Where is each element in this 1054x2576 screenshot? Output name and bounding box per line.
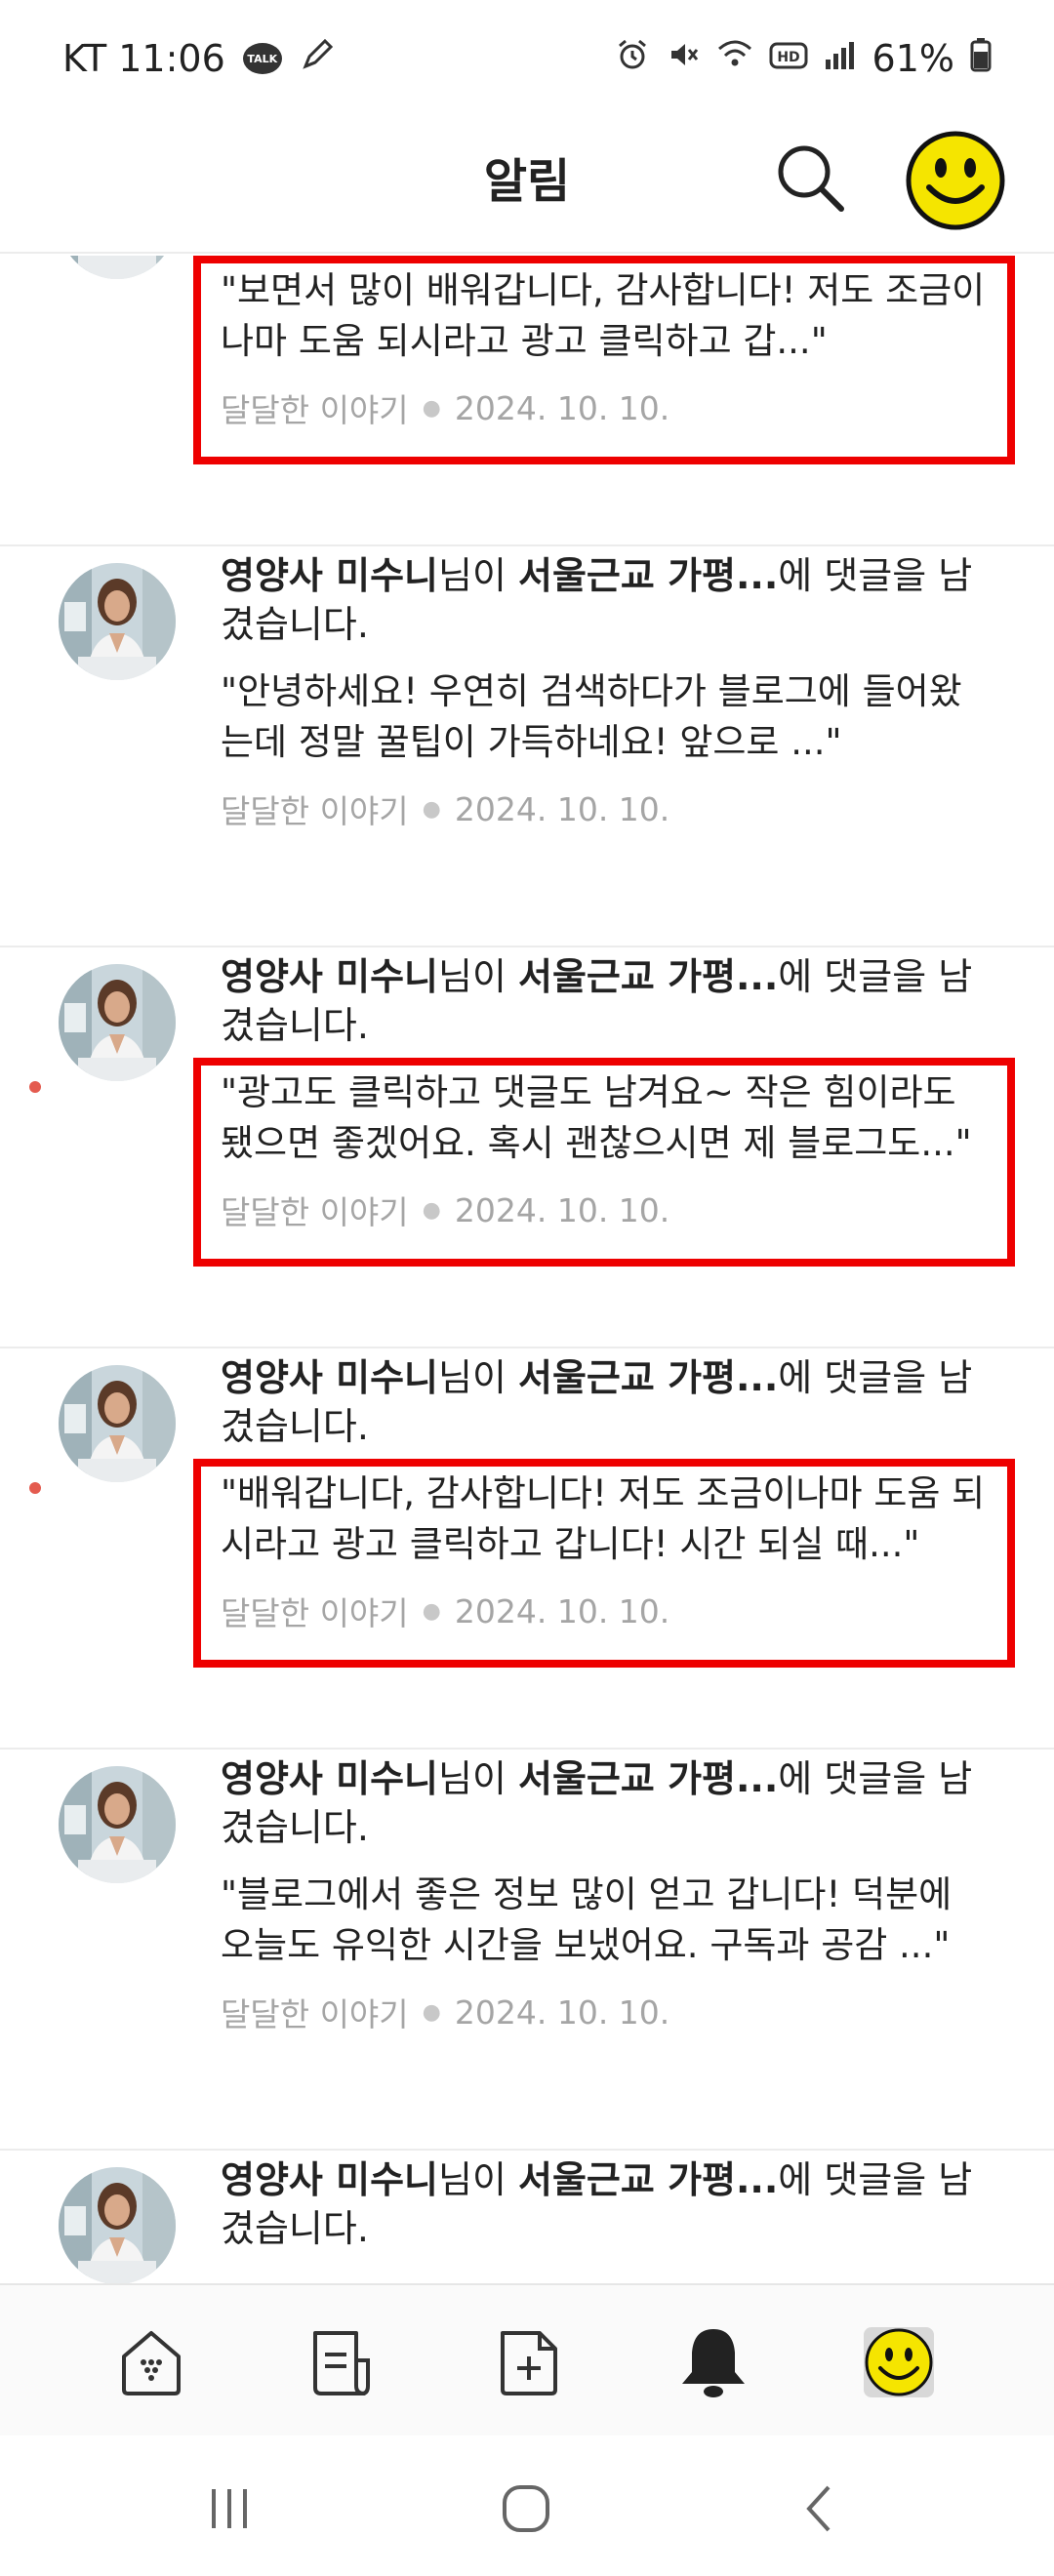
battery-icon: [970, 37, 992, 81]
blog-name: 달달한 이야기: [221, 792, 409, 830]
notification-headline: 영양사 미수니님이 서울근교 가평...에 댓글을 남겼습니다.: [221, 1754, 992, 1852]
notification-item[interactable]: 영양사 미수니님이 서울근교 가평...에 댓글을 남겼습니다. "광고도 클릭하…: [0, 948, 1054, 1348]
system-navigation: [0, 2435, 1054, 2576]
author-name: 영양사 미수니: [221, 955, 438, 998]
avatar[interactable]: [59, 1365, 176, 1482]
unread-dot: [29, 1482, 41, 1494]
notification-list[interactable]: 영양사 미수니님이 서울근교 가평...에 댓글을 남겼습니다."보면서 많이 …: [0, 256, 1054, 2283]
bottom-navigation: [0, 2283, 1054, 2435]
recent-apps-icon: [212, 2489, 247, 2528]
nav-home[interactable]: [107, 2318, 195, 2406]
home-icon: [122, 2331, 181, 2395]
nav-notifications[interactable]: [669, 2318, 757, 2406]
notification-meta: 달달한 이야기 ● 2024. 10. 10.: [221, 1989, 992, 2035]
app-header: 알림: [0, 117, 1054, 254]
notification-headline: 영양사 미수니님이 서울근교 가평...에 댓글을 남겼습니다.: [221, 952, 992, 1050]
battery-level: 61%: [872, 37, 954, 80]
pen-icon: [300, 37, 335, 81]
notification-content: 영양사 미수니님이 서울근교 가평...에 댓글을 남겼습니다. "블로그에서 좋…: [221, 1754, 992, 2035]
headline-mid: 님이: [438, 2158, 518, 2201]
back-button[interactable]: [787, 2475, 855, 2543]
notification-bell-icon: [682, 2329, 745, 2397]
notification-headline: 영양사 미수니님이 서울근교 가평...에 댓글을 남겼습니다.: [221, 1353, 992, 1451]
post-title: 서울근교 가평...: [518, 554, 779, 597]
post-title: 서울근교 가평...: [518, 1757, 779, 1800]
mute-icon: [666, 37, 701, 81]
status-bar: KT 11:06 TALK HD 61%: [0, 0, 1054, 117]
author-name: 영양사 미수니: [221, 1757, 438, 1800]
comment-preview: "안녕하세요! 우연히 검색하다가 블로그에 들어왔는데 정말 꿀팁이 가득하네…: [221, 670, 962, 763]
recent-apps-button[interactable]: [195, 2475, 264, 2543]
separator-dot: ●: [422, 1999, 441, 2025]
avatar[interactable]: [59, 563, 176, 680]
avatar[interactable]: [59, 256, 176, 279]
highlight-box: [193, 1459, 1015, 1668]
comment-preview: "블로그에서 좋은 정보 많이 얻고 갑니다! 덕분에 오늘도 유익한 시간을 …: [221, 1873, 953, 1966]
notification-item[interactable]: 영양사 미수니님이 서울근교 가평...에 댓글을 남겼습니다."보면서 많이 …: [0, 256, 1054, 546]
kakaotalk-icon: TALK: [242, 43, 282, 74]
nav-feed[interactable]: [297, 2318, 385, 2406]
hd-icon: HD: [769, 37, 808, 80]
unread-dot: [29, 1081, 41, 1093]
headline-mid: 님이: [438, 955, 518, 998]
carrier-time: KT 11:06: [62, 37, 225, 80]
blog-name: 달달한 이야기: [221, 1995, 409, 2033]
author-name: 영양사 미수니: [221, 554, 438, 597]
alarm-icon: [615, 37, 650, 81]
page-title: 알림: [483, 154, 571, 209]
home-button[interactable]: [492, 2475, 560, 2543]
headline-mid: 님이: [438, 1757, 518, 1800]
post-title: 서울근교 가평...: [518, 2158, 779, 2201]
highlight-box: [193, 256, 1015, 464]
wifi-icon: [716, 37, 753, 81]
signal-icon: [824, 37, 857, 80]
notification-item[interactable]: 영양사 미수니님이 서울근교 가평...에 댓글을 남겼습니다. "배워갑니다, …: [0, 1349, 1054, 1750]
author-name: 영양사 미수니: [221, 2158, 438, 2201]
notification-meta: 달달한 이야기 ● 2024. 10. 10.: [221, 785, 992, 832]
post-title: 서울근교 가평...: [518, 1356, 779, 1399]
search-icon: [778, 145, 844, 212]
profile-smiley-icon: [864, 2327, 934, 2397]
status-bar-left: KT 11:06 TALK: [62, 37, 335, 81]
headline-mid: 님이: [438, 554, 518, 597]
notification-date: 2024. 10. 10.: [454, 1992, 670, 2032]
notification-content: 영양사 미수니님이 서울근교 가평...에 댓글을 남겼습니다. "안녕하세요! …: [221, 551, 992, 832]
svg-text:HD: HD: [777, 50, 799, 65]
author-name: 영양사 미수니: [221, 1356, 438, 1399]
notification-item[interactable]: 영양사 미수니님이 서울근교 가평...에 댓글을 남겼습니다. "블로그에서 좋…: [0, 1751, 1054, 2151]
profile-button[interactable]: [904, 129, 1007, 232]
avatar[interactable]: [59, 964, 176, 1081]
write-icon: [501, 2331, 557, 2395]
separator-dot: ●: [422, 796, 441, 822]
notification-headline: 영양사 미수니님이 서울근교 가평...에 댓글을 남겼습니다.: [221, 2155, 992, 2253]
headline-mid: 님이: [438, 1356, 518, 1399]
avatar[interactable]: [59, 2167, 176, 2283]
notification-headline: 영양사 미수니님이 서울근교 가평...에 댓글을 남겼습니다.: [221, 551, 992, 649]
notification-date: 2024. 10. 10.: [454, 789, 670, 828]
post-title: 서울근교 가평...: [518, 955, 779, 998]
nav-profile[interactable]: [855, 2318, 943, 2406]
notification-item[interactable]: 영양사 미수니님이 서울근교 가평...에 댓글을 남겼습니다. "안녕하세요! …: [0, 547, 1054, 947]
back-icon: [806, 2485, 831, 2532]
highlight-box: [193, 1058, 1015, 1267]
notification-content: 영양사 미수니님이 서울근교 가평...에 댓글을 남겼습니다.: [221, 2155, 992, 2253]
smiley-icon: [906, 131, 1005, 230]
feed-icon: [313, 2331, 370, 2395]
status-bar-right: HD 61%: [615, 37, 992, 81]
notification-item[interactable]: 영양사 미수니님이 서울근교 가평...에 댓글을 남겼습니다.: [0, 2152, 1054, 2283]
search-button[interactable]: [771, 139, 849, 217]
home-circle-icon: [503, 2485, 549, 2532]
avatar[interactable]: [59, 1766, 176, 1883]
nav-write[interactable]: [484, 2318, 572, 2406]
